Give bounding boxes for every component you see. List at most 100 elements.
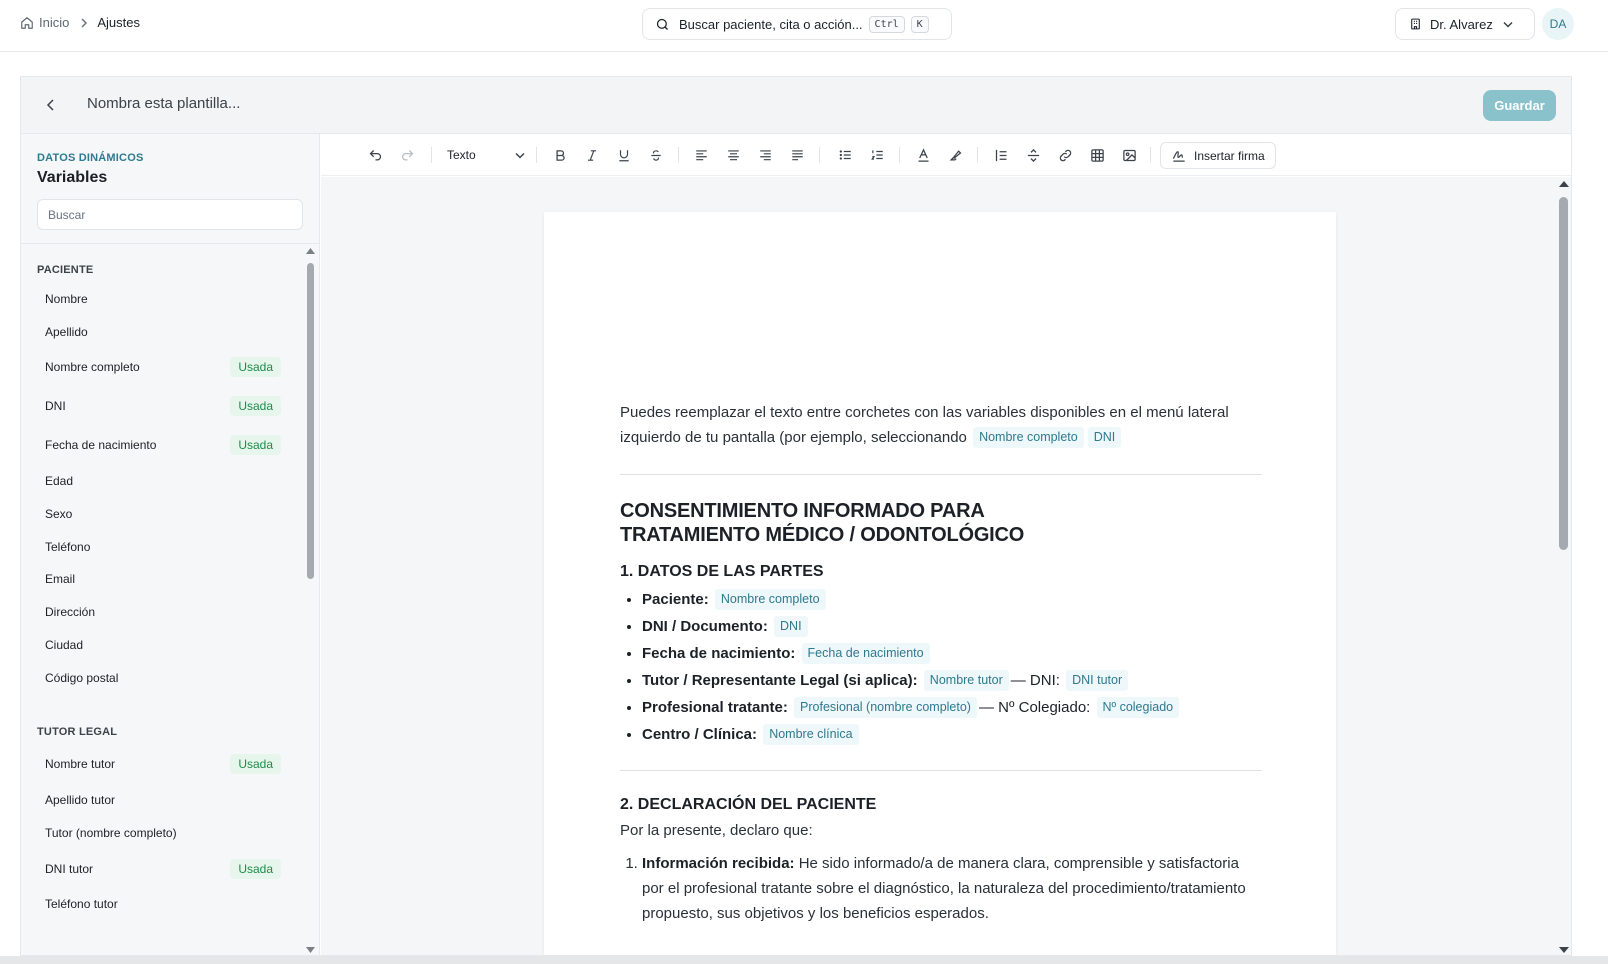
list-item: Fecha de nacimiento: Fecha de nacimiento xyxy=(642,640,1262,667)
highlighter-icon[interactable] xyxy=(945,145,965,165)
align-center-icon[interactable] xyxy=(723,145,743,165)
variable-item[interactable]: Edad xyxy=(33,466,289,496)
table-icon[interactable] xyxy=(1087,145,1107,165)
breadcrumb-home-link[interactable]: Inicio xyxy=(20,15,69,30)
variable-label: Apellido tutor xyxy=(45,793,116,807)
variable-item[interactable]: Código postal xyxy=(33,663,289,693)
variable-chip[interactable]: Fecha de nacimiento xyxy=(801,643,930,664)
intro-paragraph: Puedes reemplazar el texto entre corchet… xyxy=(620,400,1262,450)
user-name: Dr. Alvarez xyxy=(1430,16,1493,32)
list-item: Profesional tratante: Profesional (nombr… xyxy=(642,694,1262,721)
editor-header: Nombra esta plantilla... Guardar xyxy=(21,77,1571,134)
variable-label: Código postal xyxy=(45,671,119,685)
bold-icon[interactable] xyxy=(550,145,570,165)
toolbar-separator xyxy=(536,147,537,163)
variable-chip[interactable]: DNI tutor xyxy=(1066,670,1129,691)
horizontal-rule-icon[interactable] xyxy=(1023,145,1043,165)
image-icon[interactable] xyxy=(1119,145,1139,165)
sidebar-scrollbar-thumb[interactable] xyxy=(307,263,314,579)
variable-item[interactable]: Nombre completo Usada xyxy=(33,352,289,382)
variable-item[interactable]: Teléfono tutor xyxy=(33,889,289,919)
variable-label: DNI tutor xyxy=(45,862,94,876)
variable-label: Sexo xyxy=(45,507,73,521)
variable-label: DNI xyxy=(45,399,66,413)
scroll-down-arrow-icon[interactable] xyxy=(306,947,315,953)
scroll-up-arrow-icon[interactable] xyxy=(306,248,315,254)
variable-label: Teléfono tutor xyxy=(45,897,118,911)
used-badge: Usada xyxy=(230,396,281,416)
field-label: Profesional tratante: xyxy=(642,699,788,716)
italic-icon[interactable] xyxy=(582,145,602,165)
variable-item[interactable]: Apellido tutor xyxy=(33,785,289,815)
underline-icon[interactable] xyxy=(614,145,634,165)
variable-label: Apellido xyxy=(45,325,88,339)
avatar[interactable]: DA xyxy=(1542,8,1574,40)
variable-item[interactable]: Teléfono xyxy=(33,532,289,562)
undo-icon[interactable] xyxy=(365,145,385,165)
template-title-input[interactable]: Nombra esta plantilla... xyxy=(87,95,240,112)
section-intro: Por la presente, declaro que: xyxy=(620,822,813,839)
redo-icon[interactable] xyxy=(397,145,417,165)
canvas-scrollbar[interactable] xyxy=(1554,177,1571,955)
variable-label: Teléfono xyxy=(45,540,91,554)
variable-chip[interactable]: Profesional (nombre completo) xyxy=(794,697,977,718)
used-badge: Usada xyxy=(230,435,281,455)
text-style-select[interactable]: Texto xyxy=(447,145,525,165)
variable-item[interactable]: Ciudad xyxy=(33,630,289,660)
link-icon[interactable] xyxy=(1055,145,1075,165)
variable-item[interactable]: Email xyxy=(33,564,289,594)
scroll-up-arrow-icon[interactable] xyxy=(1559,181,1569,187)
section-heading: 2. DECLARACIÓN DEL PACIENTE xyxy=(620,796,877,813)
window-bottom-scrollbar[interactable] xyxy=(0,956,1608,964)
document-body[interactable]: Puedes reemplazar el texto entre corchet… xyxy=(620,400,1262,926)
variable-chip[interactable]: DNI xyxy=(1087,427,1122,448)
variable-item[interactable]: DNI tutor Usada xyxy=(33,854,289,884)
variable-chip[interactable]: Nombre completo xyxy=(973,427,1084,448)
editor-toolbar: Texto Insertar firma xyxy=(321,134,1571,176)
variable-item[interactable]: Nombre tutor Usada xyxy=(33,749,289,779)
variable-item[interactable]: Tutor (nombre completo) xyxy=(33,818,289,848)
document-title-line: CONSENTIMIENTO INFORMADO PARA xyxy=(620,500,985,522)
align-justify-icon[interactable] xyxy=(787,145,807,165)
variable-item[interactable]: Dirección xyxy=(33,597,289,627)
section-heading: 1. DATOS DE LAS PARTES xyxy=(620,563,824,580)
insert-signature-button[interactable]: Insertar firma xyxy=(1160,142,1276,169)
section-title-paciente: PACIENTE xyxy=(37,264,94,276)
variables-search-input[interactable] xyxy=(37,199,303,230)
line-height-icon[interactable] xyxy=(991,145,1011,165)
field-label: Tutor / Representante Legal (si aplica): xyxy=(642,672,918,689)
variable-chip[interactable]: Nombre completo xyxy=(714,589,826,610)
align-right-icon[interactable] xyxy=(755,145,775,165)
variable-chip[interactable]: Nombre clínica xyxy=(763,724,859,745)
back-arrow-icon[interactable] xyxy=(43,97,59,113)
canvas-scrollbar-thumb[interactable] xyxy=(1559,197,1568,550)
document-canvas: Puedes reemplazar el texto entre corchet… xyxy=(321,177,1571,955)
chevron-right-icon xyxy=(80,17,88,28)
bullet-list-icon[interactable] xyxy=(835,145,855,165)
breadcrumb-home-label: Inicio xyxy=(39,15,70,30)
variable-item[interactable]: Sexo xyxy=(33,499,289,529)
field-label: Fecha de nacimiento: xyxy=(642,645,796,662)
text-color-icon[interactable] xyxy=(913,145,933,165)
text-style-value: Texto xyxy=(447,148,476,162)
field-label: Paciente: xyxy=(642,591,709,608)
variable-chip[interactable]: Nº colegiado xyxy=(1096,697,1180,718)
numbered-list-icon[interactable] xyxy=(867,145,887,165)
variable-item[interactable]: DNI Usada xyxy=(33,391,289,421)
user-menu-button[interactable]: Dr. Alvarez xyxy=(1395,8,1535,40)
variable-item[interactable]: Fecha de nacimiento Usada xyxy=(33,430,289,460)
scroll-down-arrow-icon[interactable] xyxy=(1559,947,1569,953)
sidebar-scrollbar[interactable] xyxy=(303,244,319,955)
insert-signature-label: Insertar firma xyxy=(1194,148,1265,163)
used-badge: Usada xyxy=(230,859,281,879)
save-button[interactable]: Guardar xyxy=(1483,90,1556,121)
field-label: Centro / Clínica: xyxy=(642,726,758,743)
document-page[interactable]: Puedes reemplazar el texto entre corchet… xyxy=(544,212,1336,955)
align-left-icon[interactable] xyxy=(691,145,711,165)
variable-chip[interactable]: Nombre tutor xyxy=(923,670,1009,691)
global-search[interactable]: Buscar paciente, cita o acción... Ctrl K xyxy=(642,8,952,40)
variable-item[interactable]: Nombre xyxy=(33,284,289,314)
variable-chip[interactable]: DNI xyxy=(774,616,808,637)
variable-item[interactable]: Apellido xyxy=(33,317,289,347)
strikethrough-icon[interactable] xyxy=(646,145,666,165)
